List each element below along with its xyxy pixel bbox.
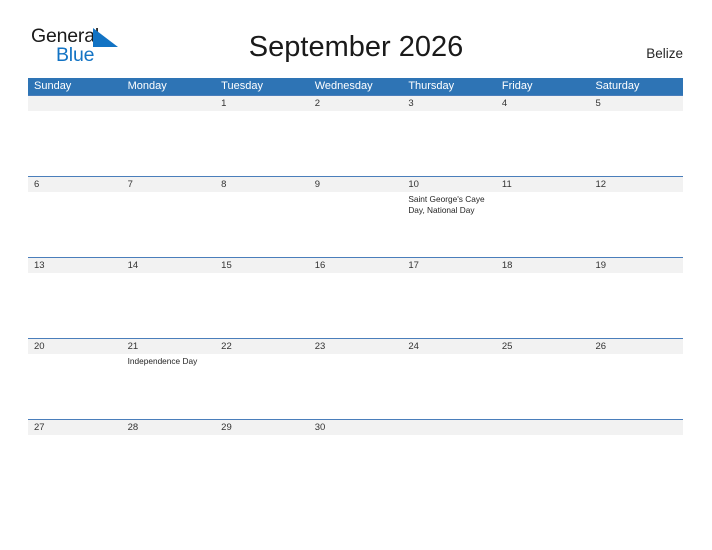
- day-number: 2: [314, 98, 321, 109]
- day-header-friday: Friday: [501, 80, 533, 92]
- day-cell[interactable]: 23: [309, 339, 403, 420]
- week-row: 13 14 15 16 17 18 19: [28, 257, 683, 338]
- day-header-wednesday: Wednesday: [314, 80, 373, 92]
- day-number: 30: [314, 422, 326, 433]
- day-cell[interactable]: 25: [496, 339, 590, 420]
- calendar-grid: Sunday Monday Tuesday Wednesday Thursday…: [28, 78, 683, 500]
- page-title: September 2026: [248, 31, 464, 63]
- day-cell[interactable]: [402, 420, 496, 501]
- day-number: 19: [595, 260, 607, 271]
- day-cell[interactable]: [122, 96, 216, 177]
- day-number: 7: [127, 179, 133, 190]
- day-header-monday: Monday: [127, 80, 167, 92]
- day-cell[interactable]: 3: [402, 96, 496, 177]
- day-cell[interactable]: [589, 420, 683, 501]
- day-of-week-header-row: Sunday Monday Tuesday Wednesday Thursday…: [28, 78, 683, 95]
- day-number: 17: [408, 260, 419, 271]
- day-number: 29: [221, 422, 232, 433]
- day-number: 8: [221, 179, 227, 190]
- day-number: 16: [314, 260, 326, 271]
- day-header-saturday: Saturday: [595, 80, 640, 92]
- day-cell[interactable]: 17: [402, 258, 496, 339]
- day-number: 24: [408, 341, 419, 352]
- day-number: 28: [127, 422, 139, 433]
- day-cell[interactable]: 5: [589, 96, 683, 177]
- region-label: Belize: [646, 46, 683, 61]
- calendar-page: General Blue September 2026 Belize Sunda…: [0, 0, 712, 550]
- day-cell[interactable]: 7: [122, 177, 216, 258]
- week-row: 27 28 29 30: [28, 419, 683, 500]
- page-header: General Blue September 2026 Belize: [0, 0, 712, 76]
- week-row: 6 7 8 9 10 Saint George's Caye Day, Nati…: [28, 176, 683, 257]
- week-row: 20 21 Independence Day 22 23 24 25 26: [28, 338, 683, 419]
- day-number: 10: [408, 179, 419, 190]
- day-number: 9: [314, 179, 321, 190]
- day-cell[interactable]: [496, 420, 590, 501]
- day-cell[interactable]: [28, 96, 122, 177]
- day-cell[interactable]: 10 Saint George's Caye Day, National Day: [402, 177, 496, 258]
- day-number: 20: [34, 341, 45, 352]
- day-cell[interactable]: 30: [309, 420, 403, 501]
- day-cell[interactable]: 1: [215, 96, 309, 177]
- day-cell[interactable]: 21 Independence Day: [122, 339, 216, 420]
- day-cell[interactable]: 26: [589, 339, 683, 420]
- day-cell[interactable]: 2: [309, 96, 403, 177]
- day-number: 3: [408, 98, 414, 109]
- day-number: 1: [221, 98, 227, 109]
- day-number: 14: [127, 260, 139, 271]
- day-header-thursday: Thursday: [408, 80, 455, 92]
- day-cell[interactable]: 13: [28, 258, 122, 339]
- day-number: 13: [34, 260, 45, 271]
- day-number: 12: [595, 179, 607, 190]
- day-cell[interactable]: 9: [309, 177, 403, 258]
- day-number: 6: [34, 179, 40, 190]
- day-cell[interactable]: 28: [122, 420, 216, 501]
- day-cell[interactable]: 6: [28, 177, 122, 258]
- day-cell[interactable]: 4: [496, 96, 590, 177]
- week-row: 1 2 3 4 5: [28, 95, 683, 176]
- day-number: 5: [595, 98, 601, 109]
- day-number: 4: [501, 98, 508, 109]
- day-cell[interactable]: 22: [215, 339, 309, 420]
- day-number: 21: [127, 341, 139, 352]
- day-number: 26: [595, 341, 607, 352]
- day-number: 22: [221, 341, 232, 352]
- day-cell[interactable]: 12: [589, 177, 683, 258]
- day-event: Saint George's Caye Day, National Day: [408, 194, 485, 215]
- day-event: Independence Day: [127, 356, 198, 366]
- day-number: 25: [501, 341, 513, 352]
- day-cell[interactable]: 27: [28, 420, 122, 501]
- day-cell[interactable]: 16: [309, 258, 403, 339]
- day-number: 18: [501, 260, 513, 271]
- day-header-tuesday: Tuesday: [221, 80, 263, 92]
- day-cell[interactable]: 24: [402, 339, 496, 420]
- day-number: 11: [501, 179, 512, 190]
- day-header-sunday: Sunday: [34, 80, 72, 92]
- day-cell[interactable]: 11: [496, 177, 590, 258]
- day-number: 23: [314, 341, 326, 352]
- day-cell[interactable]: 14: [122, 258, 216, 339]
- day-cell[interactable]: 15: [215, 258, 309, 339]
- day-number: 15: [221, 260, 232, 271]
- day-cell[interactable]: 29: [215, 420, 309, 501]
- day-number: 27: [34, 422, 45, 433]
- day-cell[interactable]: 8: [215, 177, 309, 258]
- day-cell[interactable]: 18: [496, 258, 590, 339]
- day-cell[interactable]: 20: [28, 339, 122, 420]
- day-cell[interactable]: 19: [589, 258, 683, 339]
